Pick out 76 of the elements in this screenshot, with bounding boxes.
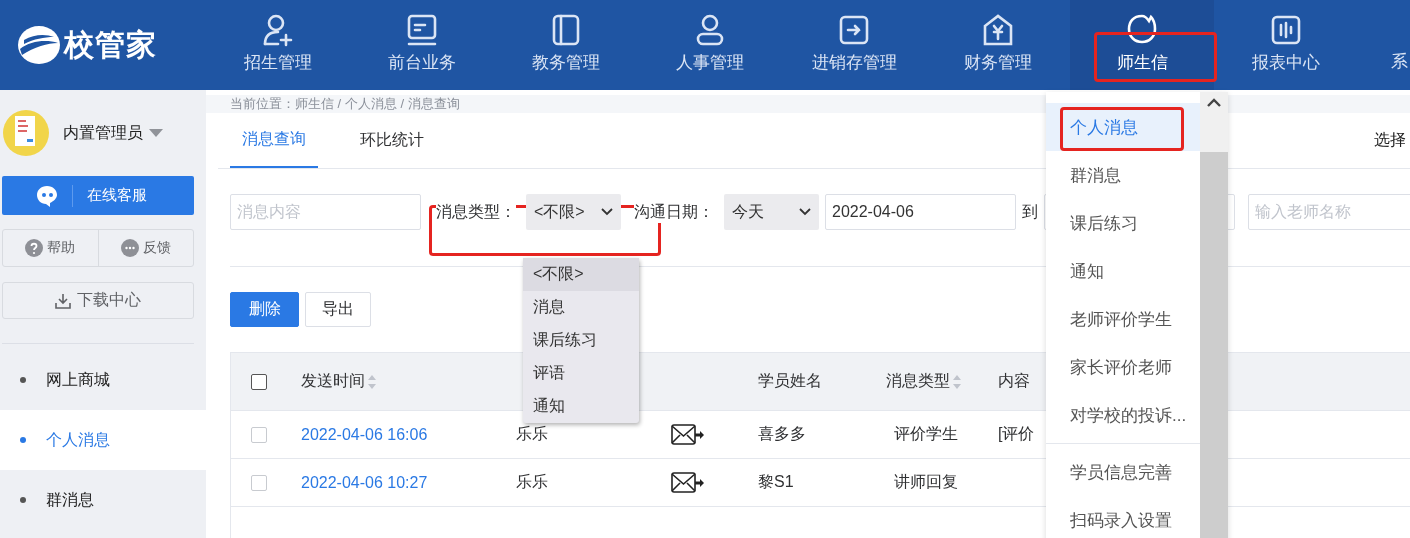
menu-item[interactable]: 课后练习 [1046,199,1200,247]
time-link[interactable]: 2022-04-06 10:27 [301,473,428,492]
message-content-field[interactable]: 消息内容 [230,194,421,230]
table-cell-text: 喜多多 [758,424,806,444]
nav-tab[interactable]: 财务管理 [926,0,1070,90]
menu-item[interactable]: 对学校的投诉... [1046,391,1200,439]
sidebar-item[interactable]: 网上商城 [0,350,206,410]
table-cell-text: 黎S1 [758,472,794,492]
sidebar-item[interactable]: 个人消息 [0,410,206,470]
export-button[interactable]: 导出 [305,292,371,327]
nav-tab[interactable]: 人事管理 [638,0,782,90]
column-header: 内容 [998,371,1030,391]
mail-send-icon[interactable] [671,471,705,494]
user-name[interactable]: 内置管理员 [63,122,143,144]
tab[interactable]: 环比统计 [348,113,436,168]
logo-text: 校管家 [64,26,157,63]
dropdown-option[interactable]: 评语 [523,357,639,390]
chat-face-icon [36,184,58,207]
menu-item[interactable]: 扫码录入设置 [1046,496,1200,538]
caret-icon[interactable] [149,129,163,137]
table-cell-text: 讲师回复 [894,472,958,492]
teacher-field[interactable]: 输入老师名称 [1248,194,1410,230]
feedback-button[interactable]: 反馈 [97,230,193,266]
delete-button[interactable]: 删除 [230,292,299,327]
nav-tab[interactable]: 系 [1358,0,1410,90]
menu-item[interactable]: 家长评价老师 [1046,343,1200,391]
monitor-icon [405,12,439,47]
chat-icon [120,239,139,257]
help-icon [25,239,44,257]
dropdown-option[interactable]: 消息 [523,291,639,324]
yen-house-icon [981,12,1015,47]
column-header: 学员姓名 [758,371,822,391]
sidebar-item[interactable]: 群消息 [0,470,206,530]
checkbox[interactable] [250,373,267,390]
download-center-button[interactable]: 下载中心 [2,282,194,319]
menu-item[interactable]: 通知 [1046,247,1200,295]
nav-tab[interactable]: 前台业务 [350,0,494,90]
nav-tab[interactable]: 进销存管理 [782,0,926,90]
logo-icon [16,25,62,65]
to-label: 到 [1022,201,1038,223]
menu-item[interactable]: 群消息 [1046,151,1200,199]
dropdown-option[interactable]: <不限> [523,258,639,291]
dropdown-option[interactable]: 通知 [523,390,639,423]
help-button[interactable]: 帮助 [3,230,98,266]
menu-item[interactable]: 学员信息完善 [1046,448,1200,496]
table-cell-text: 评价学生 [894,424,958,444]
add-user-icon [261,12,295,47]
download-icon [55,292,71,309]
dropdown-option[interactable]: 课后练习 [523,324,639,357]
date-range-select[interactable]: 今天 [724,194,819,230]
table-cell-text: 乐乐 [516,424,548,444]
sort-icon[interactable] [952,373,962,390]
scrollbar-thumb[interactable] [1200,152,1228,538]
table-cell-text: [评价 [998,424,1035,444]
nav-tab[interactable]: 师生信 [1070,0,1214,90]
select-group-link[interactable]: 选择 [1374,130,1410,151]
mail-send-icon[interactable] [671,423,705,446]
column-header[interactable]: 消息类型 [886,371,950,392]
tab[interactable]: 消息查询 [230,113,318,168]
chevron-down-icon [799,208,811,216]
table-cell-text: 乐乐 [516,472,548,492]
type-select[interactable]: <不限> [526,194,621,230]
scroll-up-icon[interactable] [1207,98,1221,107]
menu-item[interactable]: 老师评价学生 [1046,295,1200,343]
breadcrumb: 当前位置：师生信 / 个人消息 / 消息查询 [230,95,460,113]
type-label: 消息类型： [436,201,516,223]
online-service-button[interactable]: 在线客服 [2,176,194,215]
avatar [3,110,49,156]
chevron-down-icon [601,208,613,216]
nav-tab[interactable]: 报表中心 [1214,0,1358,90]
sort-icon[interactable] [367,373,377,390]
column-header[interactable]: 发送时间 [301,371,365,392]
time-link[interactable]: 2022-04-06 16:06 [301,425,428,444]
date-from-field[interactable]: 2022-04-06 [825,194,1016,230]
nav-tab[interactable]: 招生管理 [206,0,350,90]
nav-tab[interactable]: 教务管理 [494,0,638,90]
